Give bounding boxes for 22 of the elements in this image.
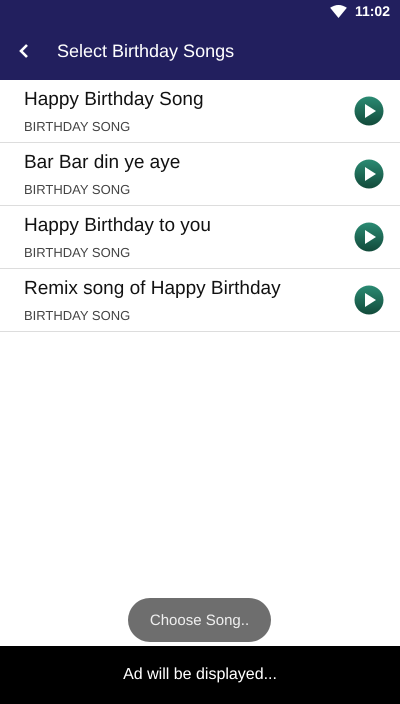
status-time: 11:02	[354, 3, 390, 19]
toast-message: Choose Song..	[128, 598, 271, 642]
back-button[interactable]	[18, 42, 30, 60]
play-button-icon[interactable]	[354, 285, 384, 315]
play-button-icon[interactable]	[354, 159, 384, 189]
song-title: Remix song of Happy Birthday	[24, 278, 281, 300]
screen-title: Select Birthday Songs	[57, 40, 234, 62]
song-title: Happy Birthday to you	[24, 214, 211, 236]
play-button-icon[interactable]	[354, 96, 384, 126]
song-title: Happy Birthday Song	[24, 88, 204, 110]
song-row[interactable]: Bar Bar din ye aye BIRTHDAY SONG	[0, 143, 400, 206]
song-category: BIRTHDAY SONG	[24, 308, 132, 322]
song-row[interactable]: Remix song of Happy Birthday BIRTHDAY SONG	[0, 269, 400, 332]
song-category: BIRTHDAY SONG	[24, 182, 132, 196]
wifi-icon	[330, 4, 347, 18]
song-title: Bar Bar din ye aye	[24, 152, 180, 174]
song-row[interactable]: Happy Birthday Song BIRTHDAY SONG	[0, 80, 400, 143]
song-category: BIRTHDAY SONG	[24, 244, 132, 260]
song-category: BIRTHDAY SONG	[24, 118, 132, 134]
ad-text: Ad will be displayed...	[123, 666, 277, 684]
play-button-icon[interactable]	[354, 222, 384, 252]
song-row[interactable]: Happy Birthday to you BIRTHDAY SONG	[0, 206, 400, 269]
